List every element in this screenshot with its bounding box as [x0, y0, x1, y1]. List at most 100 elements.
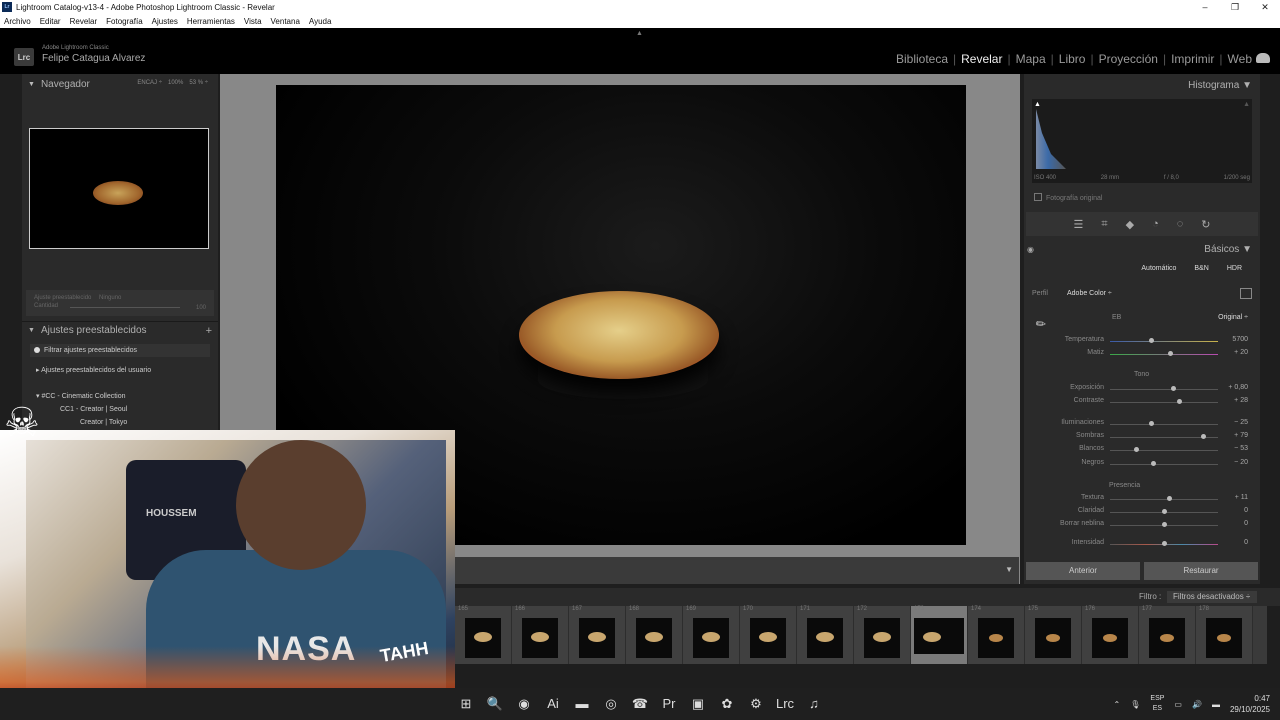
network-icon[interactable]: ▭	[1174, 700, 1182, 709]
claridad-value[interactable]: 0	[1244, 507, 1248, 514]
filmstrip-thumbnail[interactable]: 166	[512, 606, 569, 664]
filmstrip-thumbnail[interactable]: 170	[740, 606, 797, 664]
filter-select[interactable]: Filtros desactivados ÷	[1167, 591, 1257, 603]
profile-browser-grid-icon[interactable]	[1240, 288, 1252, 299]
bw-button[interactable]: B&N	[1194, 265, 1208, 272]
preset-group-user[interactable]: ▸ Ajustes preestablecidos del usuario	[36, 366, 151, 374]
iluminaciones-knob[interactable]	[1149, 421, 1155, 426]
negros-track[interactable]	[1110, 464, 1218, 465]
slider-negros[interactable]: Negros − 20	[1024, 459, 1260, 471]
matiz-track[interactable]	[1110, 354, 1218, 355]
whatsapp-icon[interactable]: ☎	[630, 694, 650, 714]
zoom-fit[interactable]: ENCAJ ÷	[137, 80, 162, 86]
exposicion-value[interactable]: + 0,80	[1228, 384, 1248, 391]
add-preset-icon[interactable]: +	[206, 325, 212, 337]
filmstrip-thumbnail[interactable]: 177	[1139, 606, 1196, 664]
textura-knob[interactable]	[1167, 496, 1173, 501]
intensidad-value[interactable]: 0	[1244, 539, 1248, 546]
presets-sync-icon[interactable]: ↻	[1201, 218, 1210, 231]
filmstrip-thumbnail[interactable]: 173	[911, 606, 968, 664]
close-button[interactable]: ✕	[1250, 0, 1280, 14]
filmstrip-thumbnail[interactable]: 172	[854, 606, 911, 664]
slider-temperatura[interactable]: Temperatura 5700	[1024, 336, 1260, 348]
minimize-button[interactable]: –	[1190, 0, 1220, 14]
histogram[interactable]: ▲ ▲	[1032, 99, 1252, 183]
battery-icon[interactable]: ▬	[1212, 700, 1220, 709]
menu-herramientas[interactable]: Herramientas	[187, 17, 235, 26]
contraste-knob[interactable]	[1177, 399, 1183, 404]
navigator-preview[interactable]	[29, 128, 209, 249]
iluminaciones-value[interactable]: − 25	[1234, 419, 1248, 426]
slider-borrar-neblina[interactable]: Borrar neblina 0	[1024, 520, 1260, 532]
module-imprimir[interactable]: Imprimir	[1171, 52, 1214, 66]
contraste-value[interactable]: + 28	[1234, 397, 1248, 404]
blancos-knob[interactable]	[1133, 447, 1139, 452]
slider-sombras[interactable]: Sombras + 79	[1024, 432, 1260, 444]
hdr-button[interactable]: HDR	[1227, 265, 1242, 272]
file-explorer-icon[interactable]: ▬	[572, 694, 592, 714]
menu-ayuda[interactable]: Ayuda	[309, 17, 332, 26]
premiere-icon[interactable]: Pr	[659, 694, 679, 714]
module-biblioteca[interactable]: Biblioteca	[896, 52, 948, 66]
module-mapa[interactable]: Mapa	[1016, 52, 1046, 66]
basic-panel-header[interactable]: ◉ Básicos ▼	[1024, 240, 1260, 258]
borrar-neblina-value[interactable]: 0	[1244, 520, 1248, 527]
intensidad-knob[interactable]	[1162, 541, 1167, 546]
start-icon[interactable]: ⊞	[456, 694, 476, 714]
settings-icon[interactable]: ⚙	[746, 694, 766, 714]
filmstrip-thumbnail[interactable]: 174	[968, 606, 1025, 664]
zoom-custom[interactable]: 53 % ÷	[189, 80, 208, 86]
edit-sliders-icon[interactable]: ☰	[1074, 218, 1084, 231]
sombras-knob[interactable]	[1200, 434, 1206, 439]
clipping-highlights-icon[interactable]: ▲	[1243, 101, 1250, 108]
filmstrip-thumbnail[interactable]: 168	[626, 606, 683, 664]
presets-header[interactable]: ▼ Ajustes preestablecidos +	[22, 321, 218, 339]
menu-fotografia[interactable]: Fotografía	[106, 17, 142, 26]
histogram-header[interactable]: Histograma ▼	[1188, 80, 1252, 91]
clock[interactable]: 0:47 29/10/2025	[1230, 693, 1270, 715]
volume-icon[interactable]: 🔊	[1192, 700, 1202, 709]
profile-select[interactable]: Adobe Color ÷	[1067, 290, 1112, 297]
browser-icon[interactable]: ✿	[717, 694, 737, 714]
tray-overflow-icon[interactable]: ⌃	[1114, 700, 1121, 709]
filmstrip-thumbnail[interactable]: 169	[683, 606, 740, 664]
filmstrip-thumbnail[interactable]: 167	[569, 606, 626, 664]
module-revelar[interactable]: Revelar	[961, 52, 1002, 66]
toolbar-menu-chevron-icon[interactable]: ▼	[1005, 565, 1013, 574]
menu-archivo[interactable]: Archivo	[4, 17, 31, 26]
spotify-icon[interactable]: ♫	[804, 694, 824, 714]
search-icon[interactable]: 🔍	[485, 694, 505, 714]
slider-matiz[interactable]: Matiz + 20	[1024, 349, 1260, 361]
white-balance-eyedropper-icon[interactable]: ✎	[1033, 315, 1050, 332]
filmstrip-thumbnail[interactable]: 176	[1082, 606, 1139, 664]
filmstrip-thumbnail[interactable]: 165	[455, 606, 512, 664]
menu-revelar[interactable]: Revelar	[70, 17, 98, 26]
contraste-track[interactable]	[1110, 402, 1218, 403]
claridad-knob[interactable]	[1162, 509, 1167, 514]
module-libro[interactable]: Libro	[1059, 52, 1086, 66]
exposicion-track[interactable]	[1110, 389, 1218, 390]
preset-group-cinematic[interactable]: ▾ #CC - Cinematic Collection	[36, 392, 126, 400]
lightroom-icon[interactable]: Lrc	[775, 694, 795, 714]
filmstrip-thumbnail[interactable]: 175	[1025, 606, 1082, 664]
maximize-button[interactable]: ❐	[1220, 0, 1250, 14]
red-eye-icon[interactable]: ◔	[1152, 218, 1159, 230]
zoom-100[interactable]: 100%	[168, 80, 183, 86]
reset-button[interactable]: Restaurar	[1144, 562, 1258, 580]
masking-icon[interactable]: ◌	[1177, 218, 1184, 230]
slider-iluminaciones[interactable]: Iluminaciones − 25	[1024, 419, 1260, 431]
clipping-shadows-icon[interactable]: ▲	[1034, 101, 1041, 108]
exposicion-knob[interactable]	[1170, 386, 1176, 391]
module-proyeccion[interactable]: Proyección	[1099, 52, 1158, 66]
filmstrip-thumbnail[interactable]: 178	[1196, 606, 1253, 664]
slider-exposicion[interactable]: Exposición + 0,80	[1024, 384, 1260, 396]
slider-intensidad[interactable]: Intensidad 0	[1024, 539, 1260, 551]
auto-button[interactable]: Automático	[1141, 265, 1176, 272]
original-photo-checkbox[interactable]: Fotografía original	[1034, 193, 1102, 202]
slider-contraste[interactable]: Contraste + 28	[1024, 397, 1260, 409]
opera-icon[interactable]: ◎	[601, 694, 621, 714]
temperatura-knob[interactable]	[1149, 338, 1155, 343]
module-web[interactable]: Web	[1228, 52, 1252, 66]
preset-item-tokyo[interactable]: Creator | Tokyo	[80, 419, 127, 426]
sombras-value[interactable]: + 79	[1234, 432, 1248, 439]
